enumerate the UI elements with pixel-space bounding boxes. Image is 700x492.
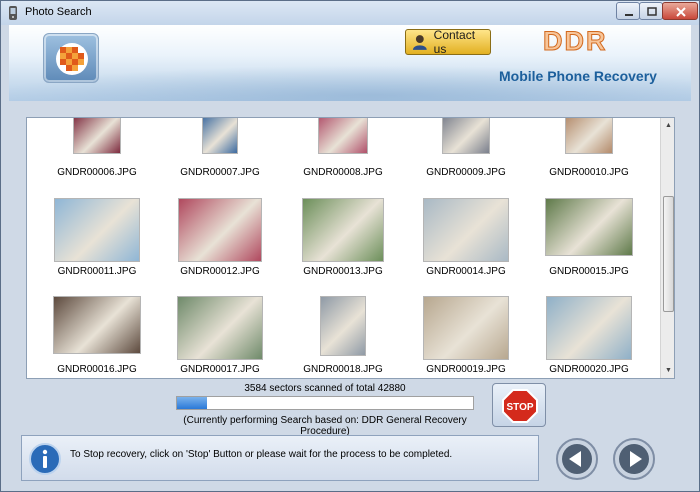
photo-file-name: GNDR00014.JPG (426, 266, 506, 277)
back-button[interactable] (555, 437, 599, 481)
photo-thumbnail-image (73, 118, 121, 154)
photo-thumbnail-item[interactable]: GNDR00012.JPG (158, 198, 282, 296)
photo-thumbnail-image (318, 118, 368, 154)
info-message: To Stop recovery, click on 'Stop' Button… (70, 449, 453, 460)
photo-file-name: GNDR00012.JPG (180, 266, 260, 277)
header-banner: Contact us DDR Mobile Phone Recovery (9, 25, 691, 101)
maximize-icon (647, 7, 657, 16)
photo-file-name: GNDR00016.JPG (57, 364, 137, 375)
photo-thumbnail-image (423, 296, 509, 360)
photo-file-name: GNDR00007.JPG (180, 167, 260, 178)
next-button[interactable] (612, 437, 656, 481)
window-title: Photo Search (25, 6, 92, 18)
photo-thumbnail-image (442, 118, 490, 154)
photo-thumbnail-item[interactable]: GNDR00013.JPG (281, 198, 405, 296)
info-icon (29, 443, 61, 475)
photo-file-name: GNDR00008.JPG (303, 167, 383, 178)
stop-sign-icon: STOP (502, 389, 538, 423)
phone-icon (9, 6, 17, 20)
photo-thumbnail-image (53, 296, 141, 354)
photo-file-name: GNDR00015.JPG (549, 266, 629, 277)
photo-file-name: GNDR00013.JPG (303, 266, 383, 277)
photo-thumbnail-image (423, 198, 509, 262)
photo-thumbnail-image (545, 198, 633, 256)
photo-thumbnail-item[interactable]: GNDR00020.JPG (527, 296, 651, 378)
photo-thumbnail-image (54, 198, 140, 262)
contact-us-button[interactable]: Contact us (405, 28, 491, 56)
minimize-icon (625, 14, 633, 16)
photo-file-name: GNDR00017.JPG (180, 364, 260, 375)
back-arrow-icon (556, 438, 598, 480)
photo-file-name: GNDR00011.JPG (57, 266, 137, 277)
contact-us-label: Contact us (433, 28, 476, 56)
photo-file-name: GNDR00019.JPG (426, 364, 506, 375)
scroll-up-arrow-icon[interactable]: ▲ (661, 118, 674, 133)
app-logo (43, 33, 99, 83)
photo-thumbnail-item[interactable]: GNDR00014.JPG (404, 198, 528, 296)
vertical-scrollbar[interactable]: ▲ ▼ (660, 118, 674, 378)
person-icon (412, 35, 427, 50)
photo-thumbnail-image (565, 118, 613, 154)
photo-gallery: GNDR00006.JPG GNDR00007.JPG GNDR00008.JPG G… (26, 117, 675, 379)
photo-thumbnail-image (177, 296, 263, 360)
title-bar: Photo Search (1, 1, 699, 25)
scroll-down-arrow-icon[interactable]: ▼ (661, 363, 674, 378)
minimize-button[interactable] (616, 2, 640, 20)
brand-logo-text: DDR (543, 26, 608, 57)
photo-thumbnail-image (202, 118, 238, 154)
stop-button[interactable]: STOP (492, 383, 546, 427)
product-name: Mobile Phone Recovery (499, 68, 657, 84)
photo-file-name: GNDR00010.JPG (549, 167, 629, 178)
photo-file-name: GNDR00020.JPG (549, 364, 629, 375)
photo-thumbnail-item[interactable]: GNDR00018.JPG (281, 296, 405, 378)
photo-thumbnail-item[interactable]: GNDR00019.JPG (404, 296, 528, 378)
close-button[interactable] (662, 2, 698, 20)
checker-sphere-logo-icon (56, 43, 88, 75)
photo-thumbnail-item[interactable]: GNDR00011.JPG (35, 198, 159, 296)
photo-thumbnail-item[interactable]: GNDR00015.JPG (527, 198, 651, 296)
next-arrow-icon (613, 438, 655, 480)
info-panel: To Stop recovery, click on 'Stop' Button… (21, 435, 539, 481)
photo-file-name: GNDR00018.JPG (303, 364, 383, 375)
progress-fill (177, 397, 207, 409)
photo-thumbnail-image (178, 198, 262, 262)
photo-thumbnail-image (320, 296, 366, 356)
close-icon (676, 7, 686, 17)
sectors-scanned-text: 3584 sectors scanned of total 42880 (244, 383, 406, 394)
photo-file-name: GNDR00009.JPG (426, 167, 506, 178)
scrollbar-thumb[interactable] (663, 196, 674, 312)
photo-file-name: GNDR00006.JPG (57, 167, 137, 178)
photo-thumbnail-item[interactable]: GNDR00016.JPG (35, 296, 159, 378)
photo-thumbnail-item[interactable]: GNDR00017.JPG (158, 296, 282, 378)
search-method-text: (Currently performing Search based on: D… (183, 415, 467, 437)
maximize-button[interactable] (639, 2, 663, 20)
photo-thumbnail-image (546, 296, 632, 360)
stop-label: STOP (506, 402, 533, 413)
photo-search-window: Photo Search Contact us DDR Mobile Phone… (0, 0, 700, 492)
scan-progress-bar (176, 396, 474, 410)
photo-thumbnail-image (302, 198, 384, 262)
